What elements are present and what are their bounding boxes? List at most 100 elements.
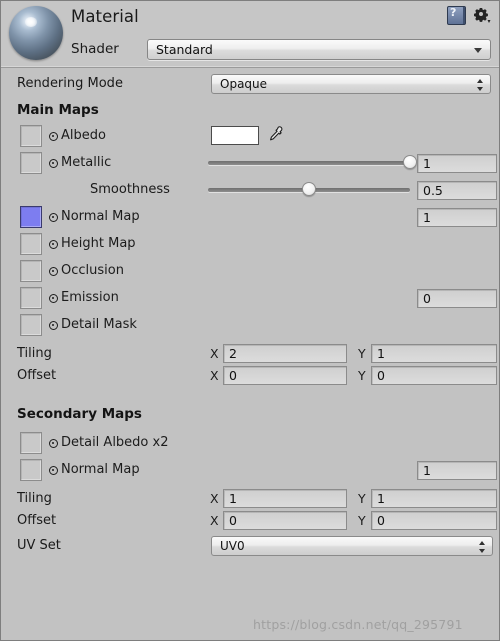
row-smoothness: Smoothness 0.5 <box>1 177 499 204</box>
metallic-label: Metallic <box>61 155 112 170</box>
rendering-mode-label: Rendering Mode <box>17 76 123 91</box>
secondary-tiling-y-field[interactable]: 1 <box>371 489 497 508</box>
detail-mask-target-icon[interactable] <box>49 321 58 330</box>
smoothness-value-field[interactable]: 0.5 <box>417 181 497 200</box>
albedo-texture-slot[interactable] <box>20 125 42 147</box>
row-main-offset: Offset X 0 Y 0 <box>1 365 499 389</box>
rendering-mode-dropdown[interactable]: Opaque <box>211 74 491 94</box>
albedo-label: Albedo <box>61 128 106 143</box>
shader-dropdown-value: Standard <box>156 42 213 57</box>
main-offset-x-field[interactable]: 0 <box>223 366 347 385</box>
secondary-tiling-label: Tiling <box>17 491 52 506</box>
row-albedo: Albedo <box>1 123 499 150</box>
emission-label: Emission <box>61 290 119 305</box>
gear-icon[interactable] <box>474 7 491 24</box>
material-inspector-panel: Material Shader Standard Rendering Mode … <box>0 0 500 641</box>
secondary-offset-y-label: Y <box>358 513 366 528</box>
main-tiling-x-label: X <box>210 346 219 361</box>
detail-albedo-label: Detail Albedo x2 <box>61 435 169 450</box>
occlusion-texture-slot[interactable] <box>20 260 42 282</box>
height-map-label: Height Map <box>61 236 136 251</box>
occlusion-label: Occlusion <box>61 263 124 278</box>
main-offset-y-field[interactable]: 0 <box>371 366 497 385</box>
row-secondary-normal-map: Normal Map 1 <box>1 457 499 484</box>
eyedropper-icon[interactable] <box>265 125 285 145</box>
secondary-normal-map-target-icon[interactable] <box>49 466 58 475</box>
inspector-header: Material Shader Standard <box>1 1 499 68</box>
row-rendering-mode: Rendering Mode Opaque <box>1 68 499 98</box>
watermark-text: https://blog.csdn.net/qq_295791 <box>253 617 463 632</box>
emission-value-field[interactable]: 0 <box>417 289 497 308</box>
row-emission: Emission 0 <box>1 285 499 312</box>
shader-dropdown[interactable]: Standard <box>147 39 491 60</box>
secondary-normal-map-texture-slot[interactable] <box>20 459 42 481</box>
occlusion-target-icon[interactable] <box>49 267 58 276</box>
row-normal-map: Normal Map 1 <box>1 204 499 231</box>
secondary-normal-map-label: Normal Map <box>61 462 140 477</box>
main-offset-y-label: Y <box>358 368 366 383</box>
section-main-maps: Main Maps <box>1 98 499 123</box>
metallic-slider-handle[interactable] <box>403 155 417 169</box>
row-occlusion: Occlusion <box>1 258 499 285</box>
row-secondary-tiling: Tiling X 1 Y 1 <box>1 488 499 510</box>
main-tiling-y-label: Y <box>358 346 366 361</box>
smoothness-label: Smoothness <box>90 182 170 197</box>
secondary-tiling-x-label: X <box>210 491 219 506</box>
row-main-tiling: Tiling X 2 Y 1 <box>1 343 499 365</box>
normal-map-value-field[interactable]: 1 <box>417 208 497 227</box>
header-icon-group <box>447 6 491 25</box>
page-title: Material <box>71 7 139 26</box>
secondary-offset-label: Offset <box>17 513 57 528</box>
row-detail-mask: Detail Mask <box>1 312 499 339</box>
normal-map-target-icon[interactable] <box>49 213 58 222</box>
secondary-offset-x-field[interactable]: 0 <box>223 511 347 530</box>
smoothness-slider[interactable] <box>208 182 410 198</box>
albedo-color-swatch[interactable] <box>211 126 259 145</box>
height-map-texture-slot[interactable] <box>20 233 42 255</box>
secondary-normal-map-value-field[interactable]: 1 <box>417 461 497 480</box>
row-secondary-offset: Offset X 0 Y 0 <box>1 510 499 534</box>
shader-label: Shader <box>71 41 119 57</box>
metallic-target-icon[interactable] <box>49 159 58 168</box>
detail-albedo-target-icon[interactable] <box>49 439 58 448</box>
secondary-offset-y-field[interactable]: 0 <box>371 511 497 530</box>
rendering-mode-value: Opaque <box>220 77 268 91</box>
secondary-tiling-x-field[interactable]: 1 <box>223 489 347 508</box>
row-metallic: Metallic 1 <box>1 150 499 177</box>
detail-albedo-texture-slot[interactable] <box>20 432 42 454</box>
help-book-icon[interactable] <box>447 6 466 25</box>
metallic-slider-track <box>208 161 410 165</box>
main-tiling-x-field[interactable]: 2 <box>223 344 347 363</box>
row-height-map: Height Map <box>1 231 499 258</box>
uv-set-dropdown[interactable]: UV0 <box>211 536 493 556</box>
smoothness-slider-handle[interactable] <box>302 182 316 196</box>
albedo-target-icon[interactable] <box>49 132 58 141</box>
row-detail-albedo: Detail Albedo x2 <box>1 430 499 457</box>
metallic-slider[interactable] <box>208 155 417 171</box>
normal-map-label: Normal Map <box>61 209 140 224</box>
uv-set-value: UV0 <box>220 539 245 553</box>
section-secondary-maps: Secondary Maps <box>1 402 499 430</box>
main-tiling-label: Tiling <box>17 346 52 361</box>
secondary-tiling-y-label: Y <box>358 491 366 506</box>
secondary-offset-x-label: X <box>210 513 219 528</box>
emission-texture-slot[interactable] <box>20 287 42 309</box>
main-offset-label: Offset <box>17 368 57 383</box>
up-down-arrows-icon <box>479 540 486 554</box>
secondary-maps-heading: Secondary Maps <box>17 406 142 422</box>
chevron-down-icon <box>474 48 482 53</box>
metallic-texture-slot[interactable] <box>20 152 42 174</box>
normal-map-texture-slot[interactable] <box>20 206 42 228</box>
emission-target-icon[interactable] <box>49 294 58 303</box>
row-uv-set: UV Set UV0 <box>1 534 499 560</box>
uv-set-label: UV Set <box>17 538 61 553</box>
detail-mask-texture-slot[interactable] <box>20 314 42 336</box>
up-down-arrows-icon <box>477 78 484 92</box>
metallic-value-field[interactable]: 1 <box>417 154 497 173</box>
main-tiling-y-field[interactable]: 1 <box>371 344 497 363</box>
main-offset-x-label: X <box>210 368 219 383</box>
main-maps-heading: Main Maps <box>17 102 99 118</box>
height-map-target-icon[interactable] <box>49 240 58 249</box>
detail-mask-label: Detail Mask <box>61 317 137 332</box>
inspector-body: Rendering Mode Opaque Main Maps Albedo M… <box>1 68 499 560</box>
